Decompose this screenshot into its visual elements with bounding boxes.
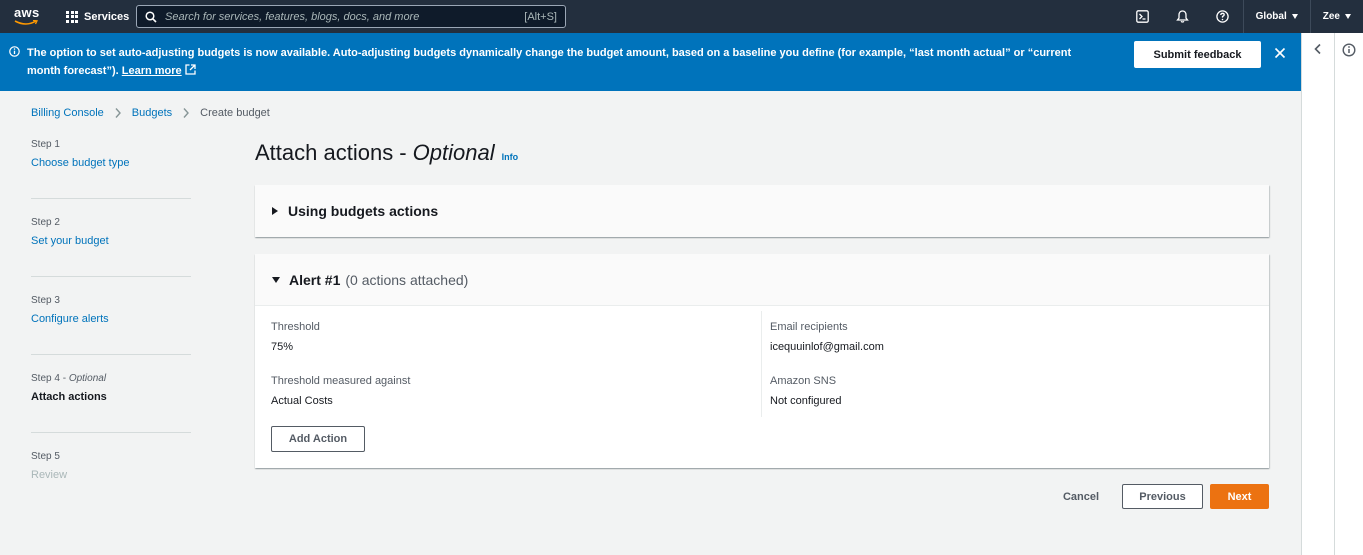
region-dropdown[interactable]: Global (1242, 0, 1310, 33)
sns-value: Not configured (770, 395, 842, 407)
learn-more-link[interactable]: Learn more (122, 65, 182, 77)
step-review-disabled: Review (31, 469, 68, 481)
user-label: Zee (1322, 11, 1340, 22)
chevron-right-icon (115, 108, 121, 118)
page-title-text: Attach actions - (255, 140, 407, 165)
services-label: Services (84, 10, 130, 23)
step-current-attach-actions: Attach actions (31, 391, 107, 403)
measured-against-field: Threshold measured against Actual Costs (271, 375, 410, 407)
step-number: Step 2 (31, 217, 60, 228)
cancel-button[interactable]: Cancel (1056, 484, 1106, 509)
services-menu-button[interactable]: Services (66, 10, 130, 23)
collapse-alert-1[interactable]: Alert #1 (0 actions attached) (255, 254, 1269, 306)
chevron-left-icon[interactable] (1313, 43, 1323, 55)
external-link-icon (185, 64, 196, 75)
step-number: Step 5 (31, 451, 60, 462)
alert-subtitle: (0 actions attached) (345, 271, 469, 288)
alert-title: Alert #1 (289, 271, 341, 288)
amazon-sns-field: Amazon SNS Not configured (770, 375, 842, 407)
step-4: Step 4 - Optional Attach actions (31, 373, 191, 433)
sns-label: Amazon SNS (770, 375, 837, 387)
cloudshell-icon (1136, 10, 1149, 23)
breadcrumb-billing-console[interactable]: Billing Console (31, 107, 104, 119)
flash-message-text: The option to set auto-adjusting budgets… (27, 47, 1072, 77)
step-number: Step 4 (31, 373, 60, 384)
aws-smile-icon (14, 20, 38, 25)
top-navigation: aws Services Search for services, featur… (0, 0, 1363, 33)
page-title-optional: Optional (412, 140, 495, 165)
page-title: Attach actions - Optional Info (255, 140, 518, 166)
flash-banner: The option to set auto-adjusting budgets… (0, 33, 1301, 91)
search-icon (145, 10, 157, 23)
email-value: icequuinlof@gmail.com (770, 341, 884, 353)
step-optional: Optional (68, 373, 107, 384)
step-number-optional: Step 4 - Optional (31, 373, 107, 384)
region-label: Global (1255, 11, 1287, 22)
expand-using-budgets-actions[interactable]: Using budgets actions (255, 185, 1269, 237)
submit-feedback-button[interactable]: Submit feedback (1134, 41, 1261, 68)
measured-label: Threshold measured against (271, 375, 411, 387)
step-link-set-your-budget[interactable]: Set your budget (31, 235, 191, 247)
breadcrumb-current: Create budget (200, 107, 270, 119)
email-recipients-field: Email recipients icequuinlof@gmail.com (770, 321, 884, 353)
step-number: Step 1 (31, 139, 60, 150)
info-icon (9, 46, 20, 57)
flash-message: The option to set auto-adjusting budgets… (27, 44, 1097, 80)
cloudshell-button[interactable] (1123, 0, 1163, 33)
step-2: Step 2 Set your budget (31, 217, 191, 277)
notifications-button[interactable] (1163, 0, 1203, 33)
add-action-button[interactable]: Add Action (271, 426, 365, 452)
step-link-choose-budget-type[interactable]: Choose budget type (31, 157, 191, 169)
alert-panel: Alert #1 (0 actions attached) Threshold … (255, 254, 1269, 468)
threshold-label: Threshold (271, 321, 320, 333)
help-icon (1216, 10, 1229, 23)
step-3: Step 3 Configure alerts (31, 295, 191, 355)
help-button[interactable] (1203, 0, 1243, 33)
step-1: Step 1 Choose budget type (31, 139, 191, 199)
search-shortcut: [Alt+S] (524, 10, 557, 23)
caret-down-icon (1291, 14, 1298, 19)
panel-title: Using budgets actions (288, 203, 439, 219)
step-5: Step 5 Review (31, 451, 191, 511)
step-number: Step 3 (31, 295, 60, 306)
tools-divider (1334, 33, 1335, 555)
grid-icon (66, 10, 78, 23)
search-placeholder: Search for services, features, blogs, do… (165, 10, 420, 23)
email-label: Email recipients (770, 321, 848, 333)
aws-logo-text: aws (14, 5, 40, 20)
info-link[interactable]: Info (502, 152, 519, 162)
caret-down-icon (272, 276, 280, 283)
close-icon[interactable] (1274, 47, 1286, 59)
threshold-field: Threshold 75% (271, 321, 320, 353)
previous-button[interactable]: Previous (1122, 484, 1203, 509)
tools-panel (1301, 33, 1363, 555)
breadcrumb: Billing Console Budgets Create budget (31, 107, 270, 119)
using-budgets-actions-panel: Using budgets actions (255, 185, 1269, 237)
column-divider (761, 311, 762, 417)
next-button[interactable]: Next (1210, 484, 1269, 509)
measured-value: Actual Costs (271, 395, 333, 407)
breadcrumb-budgets[interactable]: Budgets (132, 107, 172, 119)
step-link-configure-alerts[interactable]: Configure alerts (31, 313, 191, 325)
notifications-icon (1176, 10, 1189, 23)
wizard-steps: Step 1 Choose budget type Step 2 Set you… (31, 136, 191, 529)
caret-right-icon (272, 207, 278, 215)
search-input[interactable]: Search for services, features, blogs, do… (136, 5, 566, 28)
user-dropdown[interactable]: Zee (1309, 0, 1363, 33)
info-icon[interactable] (1342, 43, 1356, 57)
aws-logo[interactable]: aws (12, 0, 52, 33)
chevron-right-icon (183, 108, 190, 118)
caret-down-icon (1345, 14, 1351, 19)
threshold-value: 75% (271, 341, 294, 353)
